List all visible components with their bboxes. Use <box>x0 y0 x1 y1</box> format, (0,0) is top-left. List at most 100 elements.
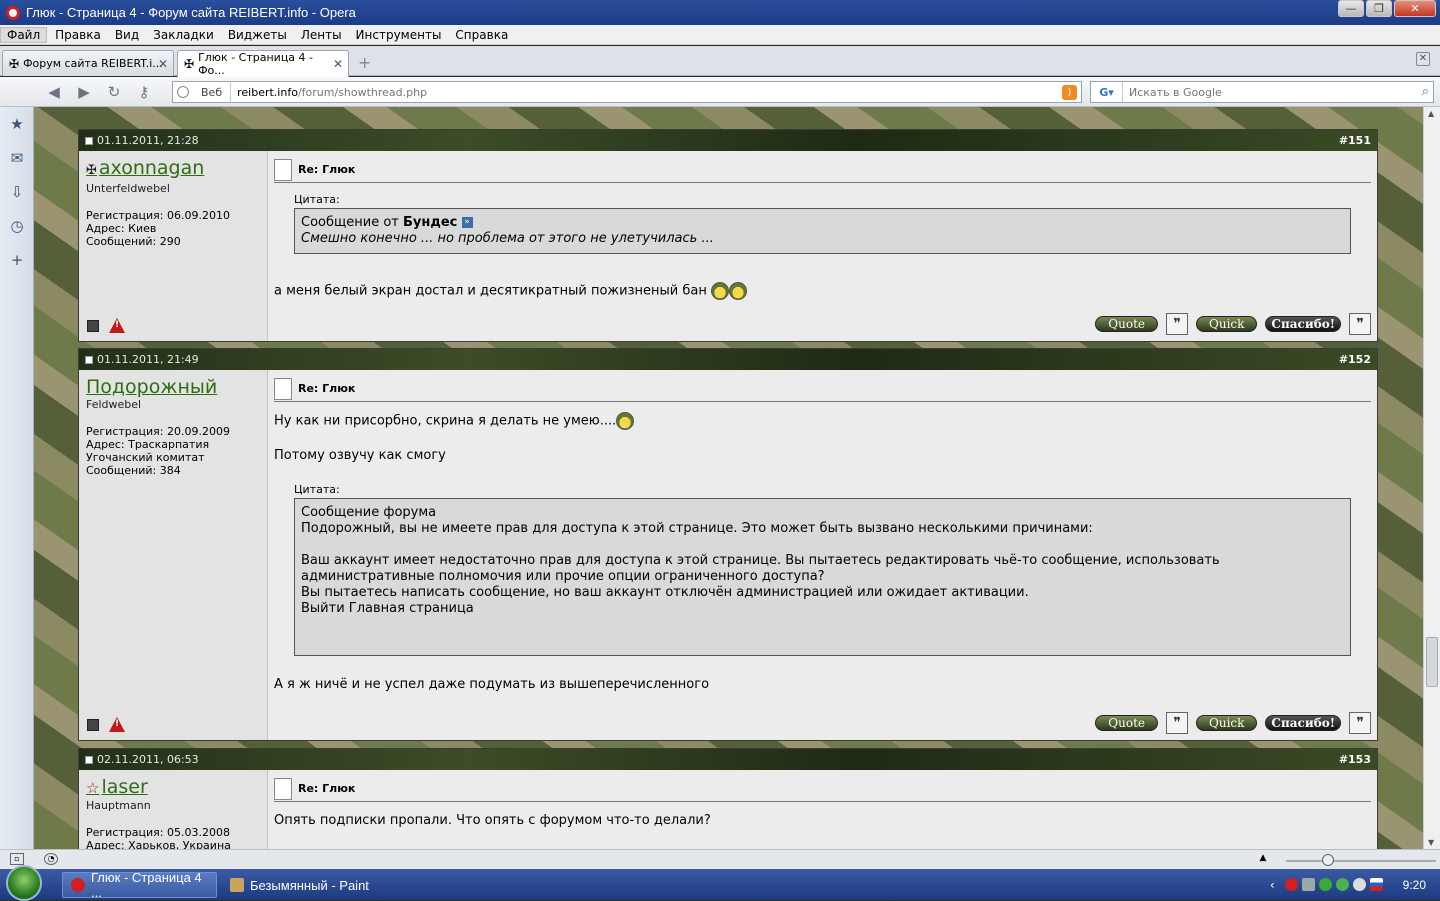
close-tab-icon[interactable]: ✕ <box>158 57 168 71</box>
menu-widgets[interactable]: Виджеты <box>222 28 293 42</box>
mail-icon[interactable]: ✉ <box>0 141 34 175</box>
menu-view[interactable]: Вид <box>109 28 145 42</box>
quote-button[interactable]: Quote <box>1095 316 1158 332</box>
user-post-count: Сообщений: 290 <box>86 235 181 248</box>
close-window-button[interactable]: ✕ <box>1394 0 1436 17</box>
quote-line: Вы пытаетесь написать сообщение, но ваш … <box>301 584 1029 600</box>
panel-toggle-icon[interactable]: ▫ <box>10 853 24 865</box>
multiquote-icon[interactable]: ❞ <box>1166 712 1188 734</box>
new-tab-icon[interactable]: + <box>358 55 376 72</box>
menu-bookmarks[interactable]: Закладки <box>147 28 220 42</box>
downloads-icon[interactable]: ⇩ <box>0 175 34 209</box>
clock[interactable]: 9:20 <box>1403 878 1426 892</box>
post-title: Re: Глюк <box>274 776 1371 802</box>
add-panel-icon[interactable]: + <box>0 243 34 277</box>
multiquote-icon[interactable]: ❞ <box>1166 313 1188 335</box>
report-warning-icon[interactable] <box>109 318 125 333</box>
quote-author: Бундес <box>403 215 458 230</box>
quick-quote-icon[interactable]: ❞ <box>1349 712 1371 734</box>
language-flag-icon[interactable] <box>1369 878 1383 891</box>
view-post-arrow-icon[interactable]: » <box>461 217 473 228</box>
scroll-thumb[interactable] <box>1426 637 1438 687</box>
scroll-down-icon[interactable]: ▼ <box>1428 838 1434 847</box>
back-icon[interactable]: ◀ <box>42 81 66 103</box>
post-header: 01.11.2011, 21:28 #151 <box>79 130 1377 151</box>
offline-icon <box>87 718 99 731</box>
username-link[interactable]: ✠ axonnagan <box>86 157 260 182</box>
menu-feeds[interactable]: Ленты <box>295 28 348 42</box>
post-title-text: Re: Глюк <box>298 163 356 176</box>
cross-icon: ✠ <box>86 163 97 178</box>
rss-feed-icon[interactable]: ) <box>1062 85 1077 100</box>
taskbar-item-paint[interactable]: Безымянный - Paint <box>222 872 392 898</box>
scroll-up-icon[interactable]: ▲ <box>1428 109 1434 118</box>
maximize-button[interactable]: ❐ <box>1366 0 1392 17</box>
post-number-link[interactable]: #152 <box>1339 353 1371 366</box>
quick-reply-button[interactable]: Quick <box>1196 715 1258 731</box>
history-clock-icon[interactable]: ◷ <box>0 209 34 243</box>
window-titlebar: Глюк - Страница 4 - Форум сайта REIBERT.… <box>0 0 1440 25</box>
user-address: Адрес: Харьков, Украина <box>86 839 231 849</box>
media-play-icon[interactable] <box>1318 878 1332 891</box>
menu-tools[interactable]: Инструменты <box>350 28 448 42</box>
post-actions: Quote ❞ Quick Спасибо! ❞ <box>1087 313 1371 335</box>
tab-gluk[interactable]: ✠ Глюк - Страница 4 - Фо... ✕ <box>177 50 349 77</box>
search-box: G▾ ⌕ <box>1090 81 1434 103</box>
thanks-button[interactable]: Спасибо! <box>1265 316 1341 332</box>
post-number-link[interactable]: #153 <box>1339 753 1371 766</box>
start-button-icon[interactable] <box>6 864 42 901</box>
user-registration: Регистрация: 20.09.2009 <box>86 425 230 438</box>
bookmarks-star-icon[interactable]: ★ <box>0 107 34 141</box>
zoom-slider-track[interactable] <box>1286 860 1436 862</box>
web-mode[interactable]: Веб <box>173 82 232 102</box>
opera-tray-icon[interactable] <box>1284 878 1298 891</box>
menu-help[interactable]: Справка <box>449 28 514 42</box>
menu-edit[interactable]: Правка <box>49 28 107 42</box>
speed-dial-icon[interactable]: ◔ <box>44 853 58 865</box>
forum-favicon-icon: ✠ <box>9 56 20 71</box>
forward-icon[interactable]: ▶ <box>72 81 96 103</box>
quick-reply-button[interactable]: Quick <box>1196 316 1258 332</box>
url-text[interactable]: reibert.info/forum/showthread.php <box>231 86 427 99</box>
user-rank: Unterfeldwebel <box>86 182 170 195</box>
antivirus-icon[interactable] <box>1335 878 1349 891</box>
minimize-button[interactable]: — <box>1338 0 1364 17</box>
username-text: laser <box>101 776 148 798</box>
post-text: А я ж ничё и не успел даже подумать из в… <box>274 676 710 692</box>
address-bar[interactable]: Веб reibert.info/forum/showthread.php ) <box>172 81 1082 103</box>
post-title-text: Re: Глюк <box>298 782 356 795</box>
quote-line: Сообщение форума <box>301 504 437 520</box>
menu-file[interactable]: Файл <box>0 26 48 43</box>
taskbar-item-opera[interactable]: Глюк - Страница 4 ... <box>62 870 217 900</box>
globe-icon <box>177 86 189 98</box>
forum-post: 01.11.2011, 21:28 #151 ✠ axonnagan Unterf… <box>78 129 1378 342</box>
user-info: ✠ axonnagan Unterfeldwebel Регистрация: 0… <box>79 151 268 341</box>
volume-icon[interactable] <box>1352 878 1366 891</box>
vertical-scrollbar[interactable]: ▲ ▼ <box>1423 107 1440 849</box>
search-icon[interactable]: ⌕ <box>1422 84 1429 99</box>
zoom-slider-knob[interactable] <box>1322 854 1334 866</box>
user-address-2: Угочанский комитат <box>86 451 205 464</box>
network-icon[interactable] <box>1301 878 1315 891</box>
google-icon[interactable]: G▾ <box>1091 82 1123 102</box>
offline-icon <box>87 319 99 332</box>
key-icon[interactable]: ⚷ <box>132 81 156 103</box>
tray-expand-icon[interactable]: ‹ <box>1270 878 1275 892</box>
document-icon <box>274 777 292 800</box>
reload-icon[interactable]: ↻ <box>102 81 126 103</box>
report-warning-icon[interactable] <box>109 717 125 732</box>
side-panel: ★ ✉ ⇩ ◷ + <box>0 107 34 849</box>
tab-forum[interactable]: ✠ Форум сайта REIBERT.i... ✕ <box>2 50 174 76</box>
post-number-link[interactable]: #151 <box>1339 134 1371 147</box>
quote-line: Ваш аккаунт имеет недостаточно прав для … <box>301 552 1220 568</box>
zoom-menu-icon[interactable]: ▲ <box>1256 853 1270 865</box>
thanks-button[interactable]: Спасибо! <box>1265 715 1341 731</box>
post-text-row: Ну как ни присорбно, скрина я делать не … <box>274 412 1371 431</box>
search-input[interactable] <box>1123 85 1403 99</box>
close-all-icon[interactable]: ✕ <box>1416 52 1430 66</box>
quick-quote-icon[interactable]: ❞ <box>1349 313 1371 335</box>
quote-button[interactable]: Quote <box>1095 715 1158 731</box>
username-link[interactable]: ☆ laser <box>86 776 260 799</box>
close-tab-icon[interactable]: ✕ <box>333 57 343 71</box>
username-link[interactable]: Подорожный <box>86 376 260 398</box>
